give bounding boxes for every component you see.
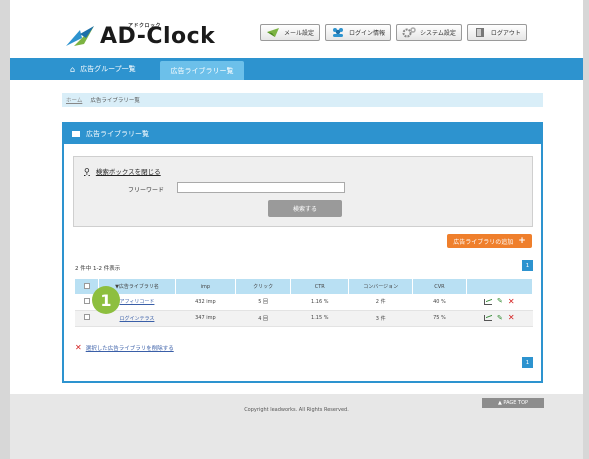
search-icon: ⚲ [84, 166, 90, 176]
freeword-label: フリーワード [128, 187, 165, 194]
delete-icon[interactable]: ✕ [508, 314, 515, 322]
logout-button[interactable]: ログアウト [466, 24, 527, 41]
freeword-input[interactable] [177, 182, 345, 193]
mail-settings-label: メール設定 [284, 30, 315, 37]
search-box: ⚲ 検索ボックスを閉じる フリーワード 検索する [73, 156, 533, 227]
search-toggle-link[interactable]: ⚲ 検索ボックスを閉じる [84, 166, 161, 177]
logo-text: アドクロック AD-Clock [100, 23, 215, 48]
nav-item-ad-library[interactable]: 広告ライブラリー覧 [160, 61, 244, 80]
table-row: アフィリコード 432 imp 5 回 1.16 % 2 件 40 % ✎ ✕ [75, 294, 533, 311]
system-settings-button[interactable]: システム設定 [396, 24, 462, 41]
system-settings-label: システム設定 [420, 30, 456, 37]
row-actions: ✎ ✕ [466, 294, 533, 311]
add-ad-library-label: 広告ライブラリの追加 [453, 238, 514, 246]
users-icon [333, 28, 344, 37]
home-icon: ⌂ [70, 64, 76, 74]
row-click: 5 回 [235, 294, 291, 311]
breadcrumb-home[interactable]: ホーム [66, 96, 82, 104]
header: アドクロック AD-Clock メール設定 ログイン情報 システム設定 ログアウ… [10, 0, 583, 58]
ad-library-table: ▼広告ライブラリ名 imp クリック CTR コンバージョン CVR アフィリコ… [75, 279, 534, 327]
delete-icon[interactable]: ✕ [508, 297, 515, 306]
col-click: クリック [235, 279, 292, 294]
panel-title: 広告ライブラリー覧 [86, 130, 149, 138]
row-imp: 432 imp [175, 294, 236, 311]
step-badge: 1 [92, 286, 120, 314]
chart-icon[interactable] [484, 298, 493, 305]
add-ad-library-button[interactable]: 広告ライブラリの追加 + [447, 234, 532, 248]
logout-label: ログアウト [490, 30, 521, 37]
row-ctr: 1.16 % [290, 294, 349, 311]
login-info-label: ログイン情報 [349, 30, 386, 37]
col-imp: imp [175, 279, 236, 294]
logo-mark-icon [66, 26, 94, 46]
table-row: ログインテラス 347 imp 4 回 1.15 % 3 件 75 % ✎ ✕ [75, 310, 533, 327]
pagination-top-page[interactable]: 1 [522, 260, 533, 271]
header-buttons: メール設定 ログイン情報 システム設定 ログアウト [260, 24, 527, 41]
nav-item-ad-groups-label: 広告グループ一覧 [80, 65, 136, 73]
search-toggle-label: 検索ボックスを閉じる [95, 168, 161, 176]
logo[interactable]: アドクロック AD-Clock [66, 14, 215, 48]
result-count: 2 件中 1-2 件表示 [75, 266, 121, 272]
search-button[interactable]: 検索する [268, 200, 342, 217]
row-actions: ✎ ✕ [466, 310, 533, 327]
col-actions [466, 279, 534, 294]
page: アドクロック AD-Clock メール設定 ログイン情報 システム設定 ログアウ… [10, 0, 583, 459]
logo-sub: アドクロック [128, 23, 162, 29]
row-cvr: 75 % [412, 310, 467, 327]
col-cvr: CVR [412, 279, 467, 294]
door-icon [475, 28, 484, 37]
pencil-icon[interactable]: ✎ [497, 298, 503, 305]
row-conversion: 3 件 [348, 310, 413, 327]
breadcrumb-current: 広告ライブラリー覧 [90, 98, 140, 104]
footer: ▲ PAGE TOP Copyright leadworks. All Righ… [10, 394, 583, 459]
main-nav: ⌂ 広告グループ一覧 広告ライブラリー覧 [10, 58, 583, 80]
row-ctr: 1.15 % [290, 310, 349, 327]
delete-selected-link[interactable]: ✕ 選択した広告ライブラリを削除する [75, 343, 174, 353]
envelope-icon [267, 28, 279, 37]
table-header-row: ▼広告ライブラリ名 imp クリック CTR コンバージョン CVR [75, 279, 534, 294]
copyright: Copyright leadworks. All Rights Reserved… [244, 407, 349, 413]
ad-library-panel: 広告ライブラリー覧 ⚲ 検索ボックスを閉じる フリーワード 検索する 広告ライブ… [62, 122, 543, 383]
row-select-cell [75, 310, 99, 327]
col-conversion: コンバージョン [348, 279, 414, 294]
pagination-bottom-page[interactable]: 1 [522, 357, 533, 368]
delete-icon: ✕ [75, 343, 82, 352]
nav-item-ad-library-label: 広告ライブラリー覧 [170, 66, 234, 75]
nav-item-ad-groups[interactable]: ⌂ 広告グループ一覧 [70, 58, 136, 80]
list-icon [72, 131, 80, 137]
delete-selected-label: 選択した広告ライブラリを削除する [85, 346, 174, 352]
row-click: 4 回 [235, 310, 291, 327]
row-imp: 347 imp [175, 310, 236, 327]
plus-icon: + [518, 235, 526, 246]
row-name-link[interactable]: ログインテラス [120, 316, 155, 322]
row-conversion: 2 件 [348, 294, 413, 311]
gears-icon [402, 27, 416, 38]
breadcrumb: ホーム 広告ライブラリー覧 [62, 93, 543, 107]
pencil-icon[interactable]: ✎ [497, 314, 503, 322]
login-info-button[interactable]: ログイン情報 [325, 24, 392, 41]
mail-settings-button[interactable]: メール設定 [260, 24, 321, 41]
col-ctr: CTR [290, 279, 350, 294]
row-checkbox[interactable] [83, 314, 90, 320]
panel-header: 広告ライブラリー覧 [64, 124, 541, 144]
chart-icon[interactable] [484, 315, 493, 321]
row-cvr: 40 % [412, 294, 467, 311]
row-name-link[interactable]: アフィリコード [120, 299, 155, 305]
row-checkbox[interactable] [83, 297, 90, 304]
select-all-checkbox[interactable] [83, 282, 90, 289]
